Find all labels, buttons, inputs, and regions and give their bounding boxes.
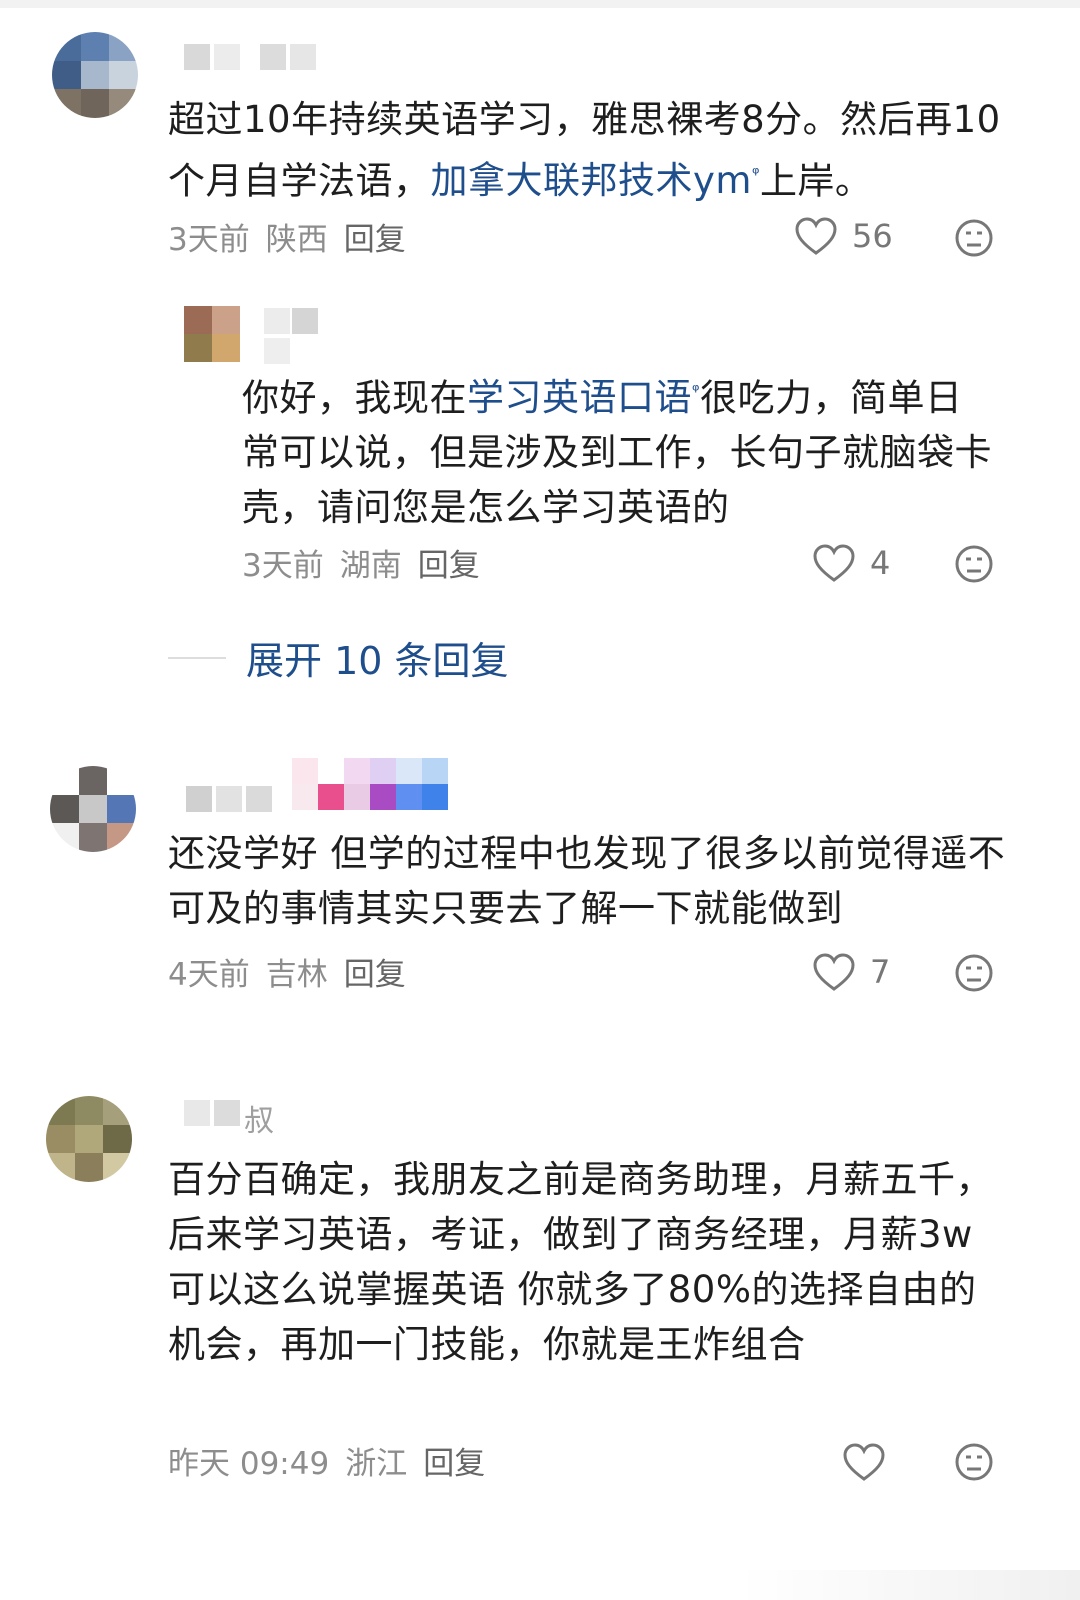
watermark-area <box>740 1570 1080 1600</box>
like-count: 7 <box>870 953 891 991</box>
comment-meta: 昨天 09:49 浙江 回复 <box>168 1438 485 1483</box>
dislike-face-icon[interactable] <box>954 1442 994 1482</box>
like-button[interactable] <box>842 1440 886 1484</box>
username-blurred[interactable] <box>184 44 316 70</box>
top-divider <box>0 0 1080 8</box>
timestamp: 昨天 09:49 <box>168 1445 330 1482</box>
comment-meta: 3天前 陕西 回复 <box>168 214 406 259</box>
heart-icon[interactable] <box>794 216 838 256</box>
comment-meta: 3天前 湖南 回复 <box>242 540 480 585</box>
location: 吉林 <box>265 956 328 993</box>
avatar[interactable] <box>184 306 240 362</box>
heart-icon[interactable] <box>812 543 856 583</box>
timestamp: 4天前 <box>168 956 250 993</box>
reply-button[interactable]: 回复 <box>344 949 406 994</box>
like-count: 4 <box>870 544 891 582</box>
divider <box>168 656 226 659</box>
heart-icon[interactable] <box>812 952 856 992</box>
heart-icon[interactable] <box>842 1442 886 1482</box>
timestamp: 3天前 <box>168 221 250 258</box>
search-link[interactable]: 加拿大联邦技术ymᵠ <box>431 159 760 202</box>
dislike-face-icon[interactable] <box>954 218 994 258</box>
location: 浙江 <box>345 1445 408 1482</box>
search-icon: ᵠ <box>751 164 760 185</box>
reply-button[interactable]: 回复 <box>423 1438 485 1483</box>
location: 陕西 <box>265 221 328 258</box>
dislike-face-icon[interactable] <box>954 544 994 584</box>
like-button[interactable]: 56 <box>794 214 893 258</box>
comment-text: 你好，我现在学习英语口语ᵠ很吃力，简单日常可以说，但是涉及到工作，长句子就脑袋卡… <box>242 376 992 530</box>
search-link[interactable]: 学习英语口语ᵠ <box>467 376 700 419</box>
search-icon: ᵠ <box>692 381 700 402</box>
username-blurred[interactable] <box>264 308 318 364</box>
expand-replies[interactable]: 展开 10 条回复 <box>168 630 509 685</box>
avatar[interactable] <box>50 766 136 852</box>
comment-text: 百分百确定，我朋友之前是商务助理，月薪五千，后来学习英语，考证，做到了商务经理，… <box>168 1158 993 1366</box>
comment-text: 超过10年持续英语学习，雅思裸考8分。然后再10个月自学法语，加拿大联邦技术ym… <box>168 98 1001 203</box>
like-count: 56 <box>852 217 893 255</box>
username-blurred[interactable] <box>186 786 272 812</box>
reply-button[interactable]: 回复 <box>418 540 480 585</box>
location: 湖南 <box>339 547 402 584</box>
timestamp: 3天前 <box>242 547 324 584</box>
username-blurred[interactable] <box>184 1100 240 1126</box>
avatar[interactable] <box>46 1096 132 1182</box>
comment-text: 还没学好 但学的过程中也发现了很多以前觉得遥不可及的事情其实只要去了解一下就能做… <box>168 832 1006 930</box>
avatar[interactable] <box>52 32 138 118</box>
comment-meta: 4天前 吉林 回复 <box>168 949 406 994</box>
username-partial[interactable]: 叔 <box>244 1096 276 1140</box>
dislike-face-icon[interactable] <box>954 953 994 993</box>
user-badge-blurred <box>292 758 448 810</box>
expand-replies-button[interactable]: 展开 10 条回复 <box>246 630 509 685</box>
like-button[interactable]: 4 <box>812 541 890 585</box>
like-button[interactable]: 7 <box>812 950 890 994</box>
reply-button[interactable]: 回复 <box>344 214 406 259</box>
